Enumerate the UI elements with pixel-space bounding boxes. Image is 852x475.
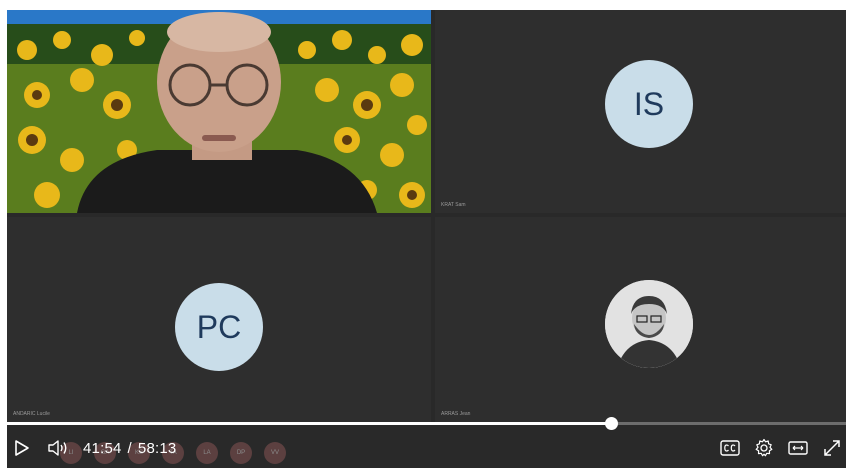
video-stage[interactable]: IS KRAT Sam PC ANDARIC Lucile ARRAS Jean xyxy=(7,10,846,468)
captions-icon xyxy=(720,440,740,456)
captions-button[interactable] xyxy=(720,440,740,456)
participant-tile-photo: ARRAS Jean xyxy=(435,217,846,422)
time-display: 41:54 / 58:13 xyxy=(83,440,176,457)
fullscreen-button[interactable] xyxy=(822,438,842,458)
avatar: IS xyxy=(605,60,693,148)
current-time: 41:54 xyxy=(83,439,122,457)
participant-tile-is: IS KRAT Sam xyxy=(435,10,846,213)
theater-mode-button[interactable] xyxy=(788,441,808,455)
participant-tile-pc: PC ANDARIC Lucile xyxy=(7,217,431,422)
settings-icon xyxy=(755,438,773,457)
play-button[interactable] xyxy=(7,439,37,457)
right-controls xyxy=(720,428,842,468)
volume-icon xyxy=(48,440,67,456)
settings-button[interactable] xyxy=(754,438,774,458)
avatar-photo xyxy=(605,280,693,368)
play-icon xyxy=(15,440,29,456)
participant-name: ANDARIC Lucile xyxy=(13,411,50,417)
participant-name: ARRAS Jean xyxy=(441,411,471,417)
avatar: PC xyxy=(175,283,263,371)
speaker-video-tile xyxy=(7,10,431,213)
seek-bar-fill xyxy=(7,422,612,425)
volume-button[interactable] xyxy=(41,439,75,457)
speaker-video xyxy=(7,10,431,213)
person-photo xyxy=(605,280,693,368)
time-separator: / xyxy=(127,439,132,457)
duration: 58:13 xyxy=(137,439,177,457)
theater-icon xyxy=(788,441,808,455)
participant-name: KRAT Sam xyxy=(441,202,466,208)
seek-bar[interactable] xyxy=(7,417,846,430)
fullscreen-icon xyxy=(824,440,840,456)
